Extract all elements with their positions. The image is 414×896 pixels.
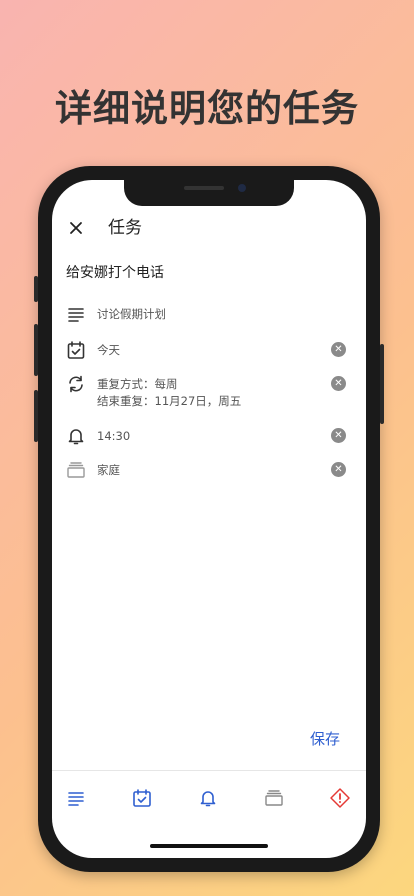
- mute-switch: [34, 276, 38, 302]
- headline: 详细说明您的任务: [55, 87, 359, 130]
- reminder-text: 14:30: [97, 429, 131, 443]
- close-icon: [70, 222, 82, 234]
- app-screen: 任务 给安娜打个电话 讨论假期计划 今天 ✕ 重复方式：每周 结束重复：11月2…: [52, 180, 366, 858]
- repeat-text: 重复方式：每周 结束重复：11月27日，周五: [97, 376, 241, 410]
- camera: [238, 184, 246, 192]
- bell-icon: [68, 429, 84, 445]
- volume-down-button: [34, 390, 38, 442]
- clear-date-button[interactable]: ✕: [331, 342, 346, 357]
- bell-icon[interactable]: [197, 787, 219, 809]
- notes-icon[interactable]: [65, 787, 87, 809]
- priority-diamond-icon[interactable]: [329, 787, 351, 809]
- save-button[interactable]: 保存: [310, 728, 340, 749]
- notes-icon: [68, 308, 84, 322]
- calendar-check-icon: [67, 341, 85, 359]
- screen-title: 任务: [108, 218, 142, 238]
- notes-text: 讨论假期计划: [97, 307, 166, 321]
- folder-icon: [67, 462, 85, 478]
- repeat-icon: [69, 375, 83, 393]
- list-text: 家庭: [97, 463, 120, 477]
- phone-frame: 任务 给安娜打个电话 讨论假期计划 今天 ✕ 重复方式：每周 结束重复：11月2…: [34, 166, 384, 872]
- home-indicator: [150, 844, 268, 848]
- close-button[interactable]: [64, 216, 88, 240]
- task-title-field[interactable]: 给安娜打个电话: [66, 262, 164, 282]
- clear-reminder-button[interactable]: ✕: [331, 428, 346, 443]
- repeat-frequency: 重复方式：每周: [97, 377, 178, 391]
- clear-repeat-button[interactable]: ✕: [331, 376, 346, 391]
- calendar-check-icon[interactable]: [131, 787, 153, 809]
- power-button: [380, 344, 384, 424]
- repeat-end: 结束重复：11月27日，周五: [97, 394, 242, 408]
- folder-icon[interactable]: [263, 787, 285, 809]
- clear-list-button[interactable]: ✕: [331, 462, 346, 477]
- top-bar: 任务: [52, 210, 366, 254]
- speaker: [184, 186, 224, 190]
- volume-up-button: [34, 324, 38, 376]
- notch: [124, 180, 294, 206]
- date-text: 今天: [97, 343, 120, 357]
